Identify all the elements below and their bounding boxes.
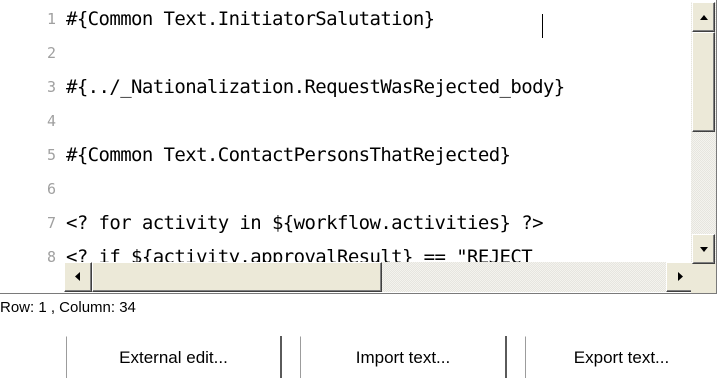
code-line: 4 (2, 102, 694, 136)
arrow-down-icon (700, 247, 708, 252)
arrow-right-icon (678, 272, 683, 281)
code-line: 1 #{Common Text.InitiatorSalutation} (2, 0, 694, 38)
horizontal-scroll-thumb[interactable] (92, 262, 382, 292)
vertical-scroll-thumb[interactable] (692, 32, 715, 132)
line-text: <? if ${activity.approvalResult} == "REJ… (66, 246, 533, 262)
scroll-left-button[interactable] (64, 262, 92, 292)
arrow-left-icon (75, 272, 80, 281)
code-line: 8 <? if ${activity.approvalResult} == "R… (2, 238, 694, 262)
line-number: 8 (46, 248, 56, 262)
arrow-up-icon (700, 15, 708, 20)
code-line: 6 (2, 170, 694, 204)
export-text-button[interactable]: Export text... (525, 336, 717, 378)
line-number: 4 (46, 112, 56, 130)
horizontal-scrollbar[interactable] (64, 262, 694, 292)
vertical-scrollbar[interactable] (691, 2, 716, 264)
line-number: 5 (46, 146, 56, 164)
line-text: #{Common Text.ContactPersonsThatRejected… (66, 144, 511, 166)
code-editor[interactable]: 1 #{Common Text.InitiatorSalutation} 2 3… (0, 0, 717, 294)
code-line: 5 #{Common Text.ContactPersonsThatReject… (2, 136, 694, 170)
editor-text-area[interactable]: 1 #{Common Text.InitiatorSalutation} 2 3… (2, 0, 694, 262)
code-line: 7 <? for activity in ${workflow.activiti… (2, 204, 694, 238)
code-line: 2 (2, 34, 694, 68)
line-text: #{../_Nationalization.RequestWasRejected… (66, 76, 565, 98)
line-number: 1 (46, 10, 56, 28)
import-text-button[interactable]: Import text... (300, 336, 505, 378)
line-number: 6 (46, 180, 56, 198)
scroll-right-button[interactable] (666, 262, 694, 292)
line-text: <? for activity in ${workflow.activities… (66, 212, 544, 234)
scroll-up-button[interactable] (692, 2, 715, 32)
line-number: 7 (46, 214, 56, 232)
scrollbar-corner (691, 264, 716, 293)
scroll-down-button[interactable] (692, 234, 715, 264)
code-line: 3 #{../_Nationalization.RequestWasReject… (2, 68, 694, 102)
line-text: #{Common Text.InitiatorSalutation} (66, 8, 435, 30)
button-divider (280, 336, 282, 378)
external-edit-button[interactable]: External edit... (66, 336, 280, 378)
line-number: 2 (46, 44, 56, 62)
gutter-corner (2, 262, 64, 292)
cursor-position-status: Row: 1 , Column: 34 (0, 299, 136, 316)
line-number: 3 (46, 78, 56, 96)
button-divider (505, 336, 507, 378)
